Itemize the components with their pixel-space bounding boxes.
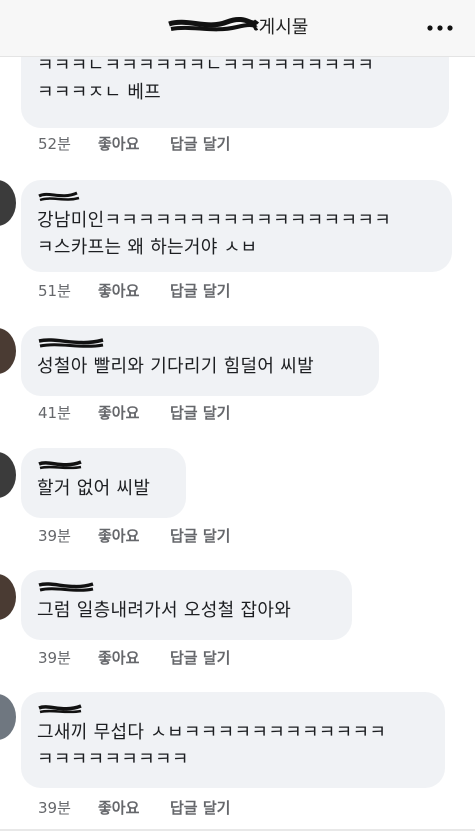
comment-actions: 51분 좋아요 답글 달기: [38, 280, 230, 301]
avatar[interactable]: [0, 694, 16, 740]
comment-time: 52분: [38, 135, 71, 153]
comment-actions: 52분 좋아요 답글 달기: [38, 133, 230, 154]
comment-actions: 39분 좋아요 답글 달기: [38, 647, 230, 668]
avatar[interactable]: [0, 328, 16, 374]
comment-bubble: 그럼 일층내려가서 오성철 잡아와: [21, 570, 352, 640]
page-title: 게시물: [0, 16, 475, 40]
redacted-author-name: [38, 704, 82, 714]
comment-actions: 39분 좋아요 답글 달기: [38, 525, 230, 546]
comment-actions: 41분 좋아요 답글 달기: [38, 402, 230, 423]
redacted-author-name: [38, 191, 80, 202]
comment-time: 51분: [38, 282, 71, 300]
redacted-group-name: [167, 16, 259, 32]
redacted-author-name: [38, 460, 82, 470]
comment-time: 39분: [38, 527, 71, 545]
comment-text: 그럼 일층내려가서 오성철 잡아와: [37, 600, 292, 621]
like-button[interactable]: 좋아요: [98, 647, 170, 668]
avatar[interactable]: [0, 452, 16, 498]
reply-button[interactable]: 답글 달기: [170, 280, 230, 301]
like-button[interactable]: 좋아요: [98, 797, 170, 818]
avatar[interactable]: [0, 180, 16, 226]
comment-bubble: 할거 없어 씨발: [21, 448, 186, 518]
comment-text: 성철아 빨리와 기다리기 힘덜어 씨발: [37, 356, 314, 377]
comment-bubble: 성철아 빨리와 기다리기 힘덜어 씨발: [21, 326, 379, 396]
header: 게시물: [0, 0, 475, 57]
reply-button[interactable]: 답글 달기: [170, 647, 230, 668]
comment-text: ㅋㅋㅋㄴㅋㅋㅋㅋㅋㅋㄴㅋㅋㅋㅋㅋㅋㅋㅋㅋ ㅋㅋㅋㅈㄴ 베프: [37, 55, 375, 103]
redacted-author-name: [38, 582, 94, 592]
comment-text: 강남미인ㅋㅋㅋㅋㅋㅋㅋㅋㅋㅋㅋㅋㅋㅋㅋㅋㅋ ㅋ스카프는 왜 하는거야 ㅅㅂ: [37, 210, 392, 258]
page-title-text: 게시물: [258, 17, 309, 38]
more-horizontal-icon: [427, 25, 453, 31]
like-button[interactable]: 좋아요: [98, 402, 170, 423]
like-button[interactable]: 좋아요: [98, 525, 170, 546]
more-options-button[interactable]: [425, 14, 455, 42]
reply-button[interactable]: 답글 달기: [170, 525, 230, 546]
like-button[interactable]: 좋아요: [98, 133, 170, 154]
comment-time: 41분: [38, 404, 71, 422]
comment-text: 그새끼 무섭다 ㅅㅂㅋㅋㅋㅋㅋㅋㅋㅋㅋㅋㅋㅋ ㅋㅋㅋㅋㅋㅋㅋㅋㅋ: [37, 722, 387, 770]
like-button[interactable]: 좋아요: [98, 280, 170, 301]
redacted-author-name: [38, 338, 104, 348]
reply-button[interactable]: 답글 달기: [170, 797, 230, 818]
reply-button[interactable]: 답글 달기: [170, 133, 230, 154]
reply-button[interactable]: 답글 달기: [170, 402, 230, 423]
avatar[interactable]: [0, 574, 16, 620]
comment-bubble: 그새끼 무섭다 ㅅㅂㅋㅋㅋㅋㅋㅋㅋㅋㅋㅋㅋㅋ ㅋㅋㅋㅋㅋㅋㅋㅋㅋ: [21, 692, 445, 788]
comment-time: 39분: [38, 649, 71, 667]
comment-time: 39분: [38, 799, 71, 817]
comment-actions: 39분 좋아요 답글 달기: [38, 797, 230, 818]
comment-bubble: 강남미인ㅋㅋㅋㅋㅋㅋㅋㅋㅋㅋㅋㅋㅋㅋㅋㅋㅋ ㅋ스카프는 왜 하는거야 ㅅㅂ: [21, 180, 452, 272]
comment-text: 할거 없어 씨발: [37, 478, 151, 499]
